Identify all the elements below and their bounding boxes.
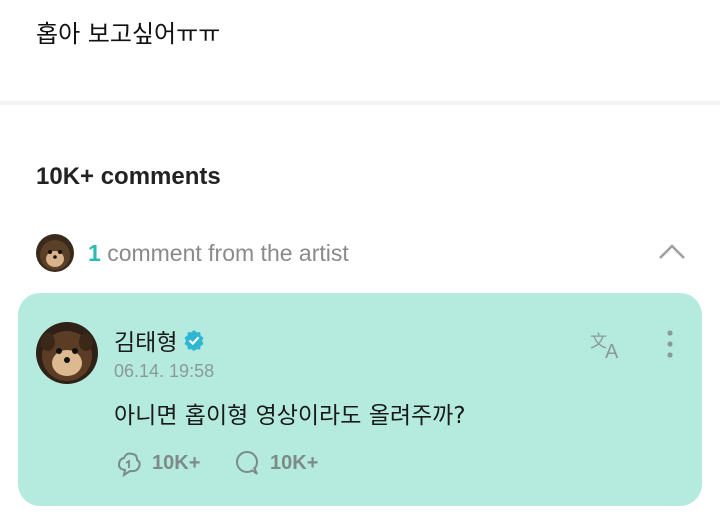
verified-badge-icon: [184, 330, 204, 351]
comments-count: 10K+ comments: [36, 163, 221, 190]
artist-avatar-small: [36, 234, 74, 272]
artist-comment-summary: 1 comment from the artist: [88, 240, 349, 267]
translate-icon[interactable]: 文 A: [589, 327, 627, 361]
artist-comments-toggle[interactable]: 1 comment from the artist: [36, 234, 690, 274]
reply-icon: [236, 451, 258, 475]
artist-comment-count: 1: [88, 240, 101, 266]
artist-avatar[interactable]: [36, 322, 98, 384]
like-button[interactable]: 10K+: [114, 448, 200, 478]
reply-count: 10K+: [270, 451, 319, 474]
artist-comment-label: comment from the artist: [107, 240, 349, 266]
reply-button[interactable]: 10K+: [232, 448, 318, 478]
comment-author-name[interactable]: 김태형: [114, 323, 177, 357]
more-vertical-icon[interactable]: [658, 327, 682, 361]
chevron-up-icon[interactable]: [658, 240, 686, 262]
like-count: 10K+: [152, 451, 201, 474]
svg-text:A: A: [605, 341, 619, 361]
post-text: 홉아 보고싶어ㅠㅠ: [36, 20, 221, 48]
section-divider: [0, 101, 720, 105]
comment-text: 아니면 홉이형 영상이라도 올려주까?: [114, 403, 466, 429]
artist-comment-card: 김태형 06.14. 19:58 아니면 홉이형 영상이라도 올려주까? 文 A…: [18, 293, 702, 506]
like-icon: [117, 452, 141, 478]
comment-timestamp: 06.14. 19:58: [114, 361, 215, 381]
